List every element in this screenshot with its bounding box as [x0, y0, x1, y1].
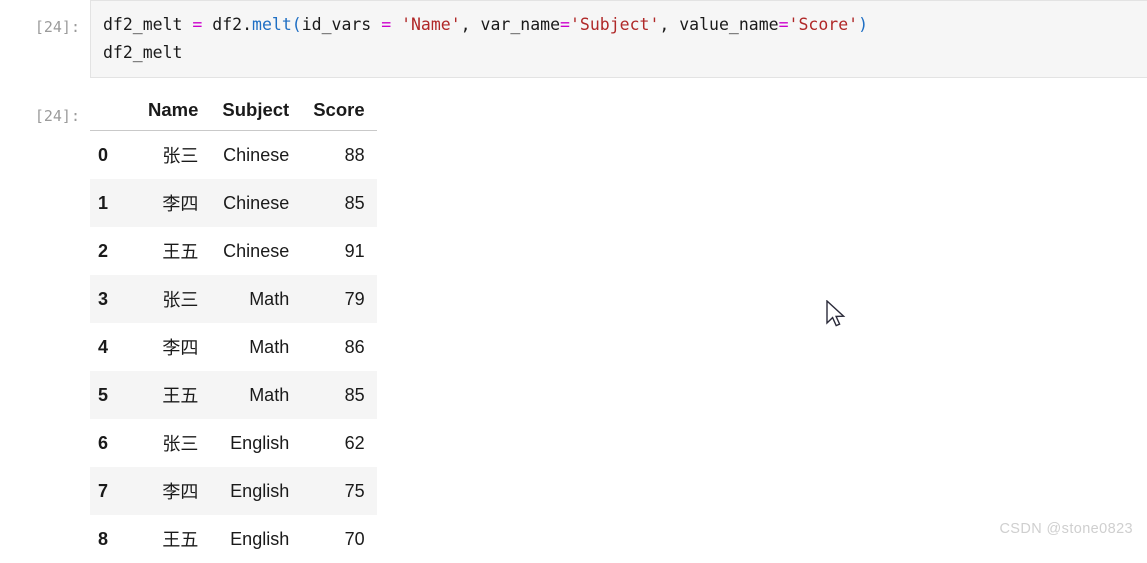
notebook-input-cell: [24]: df2_melt = df2.melt(id_vars = 'Nam… [0, 0, 1147, 78]
code-token: 'Score' [789, 15, 859, 34]
code-token: = [381, 15, 391, 34]
cell-name: 张三 [136, 131, 210, 180]
cell-score: 62 [301, 419, 376, 467]
dataframe-table: Name Subject Score 0张三Chinese881李四Chines… [90, 95, 377, 563]
code-token: var_name [481, 15, 560, 34]
cell-name: 王五 [136, 515, 210, 563]
table-row: 0张三Chinese88 [90, 131, 377, 180]
code-token: , [659, 15, 679, 34]
code-token: , [461, 15, 481, 34]
table-row: 4李四Math86 [90, 323, 377, 371]
cell-score: 88 [301, 131, 376, 180]
table-row: 6张三English62 [90, 419, 377, 467]
cell-subject: Chinese [210, 179, 301, 227]
cell-name: 王五 [136, 227, 210, 275]
column-header-score: Score [301, 95, 376, 131]
cell-score: 70 [301, 515, 376, 563]
row-index-cell: 0 [90, 131, 136, 180]
cell-score: 91 [301, 227, 376, 275]
code-token: df2. [202, 15, 252, 34]
cell-score: 85 [301, 179, 376, 227]
input-prompt-label: [24]: [0, 0, 90, 40]
cell-subject: Chinese [210, 227, 301, 275]
dataframe-output-area: Name Subject Score 0张三Chinese881李四Chines… [90, 95, 1147, 563]
cell-subject: Math [210, 323, 301, 371]
cell-subject: English [210, 467, 301, 515]
code-line-2: df2_melt [103, 39, 1147, 67]
cell-score: 86 [301, 323, 376, 371]
code-line-1: df2_melt = df2.melt(id_vars = 'Name', va… [103, 11, 1147, 39]
row-index-cell: 6 [90, 419, 136, 467]
cell-score: 75 [301, 467, 376, 515]
table-body: 0张三Chinese881李四Chinese852王五Chinese913张三M… [90, 131, 377, 563]
row-index-cell: 2 [90, 227, 136, 275]
row-index-cell: 5 [90, 371, 136, 419]
table-header: Name Subject Score [90, 95, 377, 131]
cell-name: 李四 [136, 323, 210, 371]
table-row: 3张三Math79 [90, 275, 377, 323]
row-index-cell: 4 [90, 323, 136, 371]
code-token [391, 15, 401, 34]
cell-name: 张三 [136, 419, 210, 467]
cell-name: 王五 [136, 371, 210, 419]
code-token: 'Subject' [570, 15, 659, 34]
column-header-subject: Subject [210, 95, 301, 131]
table-row: 7李四English75 [90, 467, 377, 515]
code-token: id_vars [302, 15, 381, 34]
watermark-text: CSDN @stone0823 [999, 521, 1133, 537]
code-editor[interactable]: df2_melt = df2.melt(id_vars = 'Name', va… [90, 0, 1147, 78]
output-prompt-label: [24]: [0, 95, 90, 129]
code-token: = [560, 15, 570, 34]
row-index-cell: 3 [90, 275, 136, 323]
code-token: value_name [679, 15, 778, 34]
code-token: 'Name' [401, 15, 461, 34]
row-index-cell: 1 [90, 179, 136, 227]
code-token: = [192, 15, 202, 34]
cell-subject: English [210, 419, 301, 467]
code-token: melt [252, 15, 292, 34]
cell-score: 79 [301, 275, 376, 323]
table-row: 5王五Math85 [90, 371, 377, 419]
notebook-output-cell: [24]: Name Subject Score 0张三Chinese881李四… [0, 95, 1147, 563]
cell-subject: Math [210, 275, 301, 323]
cell-name: 李四 [136, 467, 210, 515]
code-token: df2_melt [103, 15, 192, 34]
table-header-row: Name Subject Score [90, 95, 377, 131]
table-row: 2王五Chinese91 [90, 227, 377, 275]
table-row: 1李四Chinese85 [90, 179, 377, 227]
cell-score: 85 [301, 371, 376, 419]
code-token: ) [858, 15, 868, 34]
column-header-index [90, 95, 136, 131]
cell-name: 李四 [136, 179, 210, 227]
cell-subject: Chinese [210, 131, 301, 180]
cell-name: 张三 [136, 275, 210, 323]
table-row: 8王五English70 [90, 515, 377, 563]
row-index-cell: 8 [90, 515, 136, 563]
cell-subject: English [210, 515, 301, 563]
code-token: df2_melt [103, 43, 182, 62]
code-token: = [779, 15, 789, 34]
column-header-name: Name [136, 95, 210, 131]
cell-subject: Math [210, 371, 301, 419]
code-token: ( [292, 15, 302, 34]
row-index-cell: 7 [90, 467, 136, 515]
